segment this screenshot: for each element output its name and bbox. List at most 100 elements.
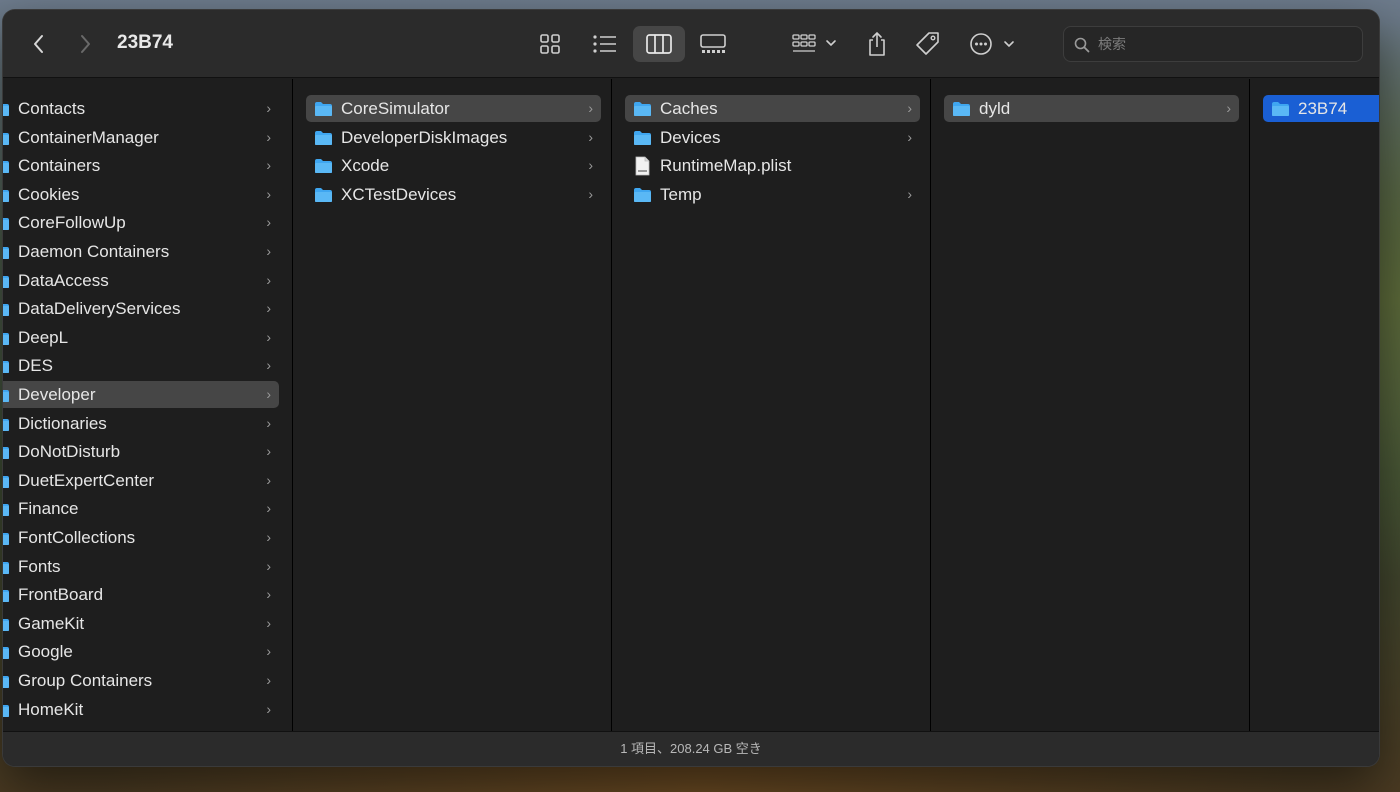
column-browser: Contacts › ContainerManager › Containers › Coo… [3, 79, 1379, 731]
list-item[interactable]: Group Containers › [3, 667, 279, 694]
toolbar: 23B74 [3, 10, 1379, 78]
list-item-label: Daemon Containers [18, 241, 170, 261]
column-3: Caches › Devices › RuntimeMap.plist Temp › [612, 79, 931, 731]
list-item[interactable]: Daemon Containers › [3, 238, 279, 265]
share-button[interactable] [859, 26, 895, 62]
list-item-label: CoreFollowUp [18, 212, 126, 232]
list-item-label: XCTestDevices [341, 184, 457, 204]
chevron-right-icon: › [266, 357, 271, 373]
list-item[interactable]: Dictionaries › [3, 410, 279, 437]
chevron-right-icon: › [266, 529, 271, 545]
list-item[interactable]: Fonts › [3, 553, 279, 580]
list-icon [593, 35, 616, 53]
chevron-right-icon: › [907, 129, 912, 145]
list-item[interactable]: Xcode › [306, 152, 601, 179]
chevron-right-icon: › [266, 129, 271, 145]
search-icon [1074, 37, 1090, 53]
list-item[interactable]: HTTPStorages› [3, 724, 279, 732]
forward-button[interactable] [71, 30, 99, 58]
gallery-view-button[interactable] [691, 26, 735, 62]
folder-icon [3, 446, 9, 459]
folder-icon [634, 101, 651, 116]
chevron-right-icon: › [266, 272, 271, 288]
chevron-right-icon: › [266, 243, 271, 259]
list-item[interactable]: FontCollections › [3, 524, 279, 551]
chevron-right-icon: › [266, 701, 271, 717]
tag-button[interactable] [909, 26, 947, 62]
list-item[interactable]: DataAccess › [3, 267, 279, 294]
chevron-right-icon: › [266, 500, 271, 516]
list-item-label: RuntimeMap.plist [660, 155, 792, 175]
list-item[interactable]: DoNotDisturb › [3, 438, 279, 465]
list-item[interactable]: Developer › [3, 381, 279, 408]
folder-icon [3, 189, 9, 202]
list-view-button[interactable] [583, 26, 627, 62]
chevron-right-icon: › [588, 157, 593, 173]
list-item[interactable]: Caches › [625, 95, 920, 122]
list-item[interactable]: XCTestDevices › [306, 181, 601, 208]
folder-icon [315, 187, 332, 202]
folder-icon [3, 618, 9, 631]
search-input[interactable] [1098, 33, 1348, 55]
list-item-label: Dictionaries [18, 413, 107, 433]
list-item-label: Cookies [18, 184, 80, 204]
chevron-right-icon: › [266, 472, 271, 488]
more-actions-button[interactable] [965, 26, 1021, 62]
folder-icon [3, 275, 9, 288]
chevron-right-icon: › [266, 329, 271, 345]
list-item[interactable]: RuntimeMap.plist [625, 152, 920, 179]
list-item[interactable]: CoreFollowUp › [3, 209, 279, 236]
list-item[interactable]: Finance › [3, 495, 279, 522]
list-item[interactable]: DeepL › [3, 324, 279, 351]
chevron-right-icon: › [266, 586, 271, 602]
list-item[interactable]: FrontBoard › [3, 581, 279, 608]
list-item-label: Developer [18, 384, 96, 404]
search-field[interactable] [1063, 26, 1363, 62]
list-item-label: Fonts [18, 556, 61, 576]
column-4: dyld › [931, 79, 1250, 731]
status-bar: 1 項目、208.24 GB 空き [3, 731, 1379, 766]
list-item-label: Google [18, 641, 73, 661]
icon-view-button[interactable] [531, 26, 569, 62]
list-item-label: Devices [660, 127, 721, 147]
list-item-label: Caches [660, 98, 718, 118]
list-item[interactable]: 23B74 [1263, 95, 1379, 122]
list-item-label: Xcode [341, 155, 390, 175]
list-item-label: DataAccess [18, 270, 109, 290]
list-item[interactable]: Containers › [3, 152, 279, 179]
folder-icon [315, 101, 332, 116]
folder-icon [3, 475, 9, 488]
list-item-label: CoreSimulator [341, 98, 450, 118]
list-item[interactable]: GameKit › [3, 610, 279, 637]
list-item[interactable]: Devices › [625, 124, 920, 151]
folder-icon [315, 130, 332, 145]
list-item[interactable]: Cookies › [3, 181, 279, 208]
list-item[interactable]: dyld › [944, 95, 1239, 122]
folder-icon [3, 646, 9, 659]
finder-window: 23B74 検索 Contacts › ContainerManager › C… [3, 10, 1379, 766]
list-item[interactable]: DeveloperDiskImages › [306, 124, 601, 151]
chevron-right-icon: › [907, 186, 912, 202]
list-item-label: Temp [660, 184, 702, 204]
share-icon [869, 31, 885, 56]
column-2: CoreSimulator › DeveloperDiskImages › Xcode ›… [293, 79, 612, 731]
list-item-label: FontCollections [18, 527, 136, 547]
column-view-button[interactable] [633, 26, 685, 62]
list-item[interactable]: DuetExpertCenter › [3, 467, 279, 494]
list-item[interactable]: CoreSimulator › [306, 95, 601, 122]
list-item[interactable]: Google › [3, 638, 279, 665]
list-item[interactable]: Temp › [625, 181, 920, 208]
group-button[interactable] [787, 26, 843, 62]
chevron-right-icon: › [266, 415, 271, 431]
chevron-right-icon [81, 35, 90, 53]
chevron-right-icon: › [266, 386, 271, 402]
list-item[interactable]: ContainerManager › [3, 124, 279, 151]
chevron-right-icon: › [266, 214, 271, 230]
chevron-right-icon: › [266, 672, 271, 688]
back-button[interactable] [25, 30, 53, 58]
folder-icon [3, 246, 9, 259]
list-item[interactable]: DataDeliveryServices › [3, 295, 279, 322]
list-item[interactable]: HomeKit › [3, 696, 279, 723]
list-item[interactable]: Contacts › [3, 95, 279, 122]
list-item[interactable]: DES › [3, 352, 279, 379]
